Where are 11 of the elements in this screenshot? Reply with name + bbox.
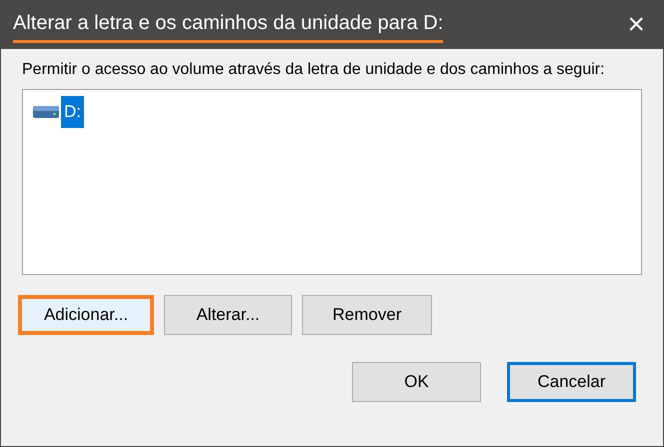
list-item[interactable]: D: xyxy=(61,96,84,128)
window-title: Alterar a letra e os caminhos da unidade para D: xyxy=(13,8,444,42)
instruction-text: Permitir o acesso ao volume através da letra de unidade e dos caminhos a seguir: xyxy=(22,60,606,80)
dialog-button[interactable]: OK xyxy=(352,362,481,402)
close-button[interactable]: × xyxy=(623,10,649,40)
drive-list[interactable]: D: xyxy=(22,89,642,275)
dialog-button[interactable]: Remover xyxy=(302,295,432,335)
dialog-button[interactable]: Alterar... xyxy=(164,295,292,335)
drive-icon xyxy=(33,104,59,119)
dialog-button[interactable]: Adicionar... xyxy=(18,295,154,335)
dialog-button[interactable]: Cancelar xyxy=(507,362,636,402)
